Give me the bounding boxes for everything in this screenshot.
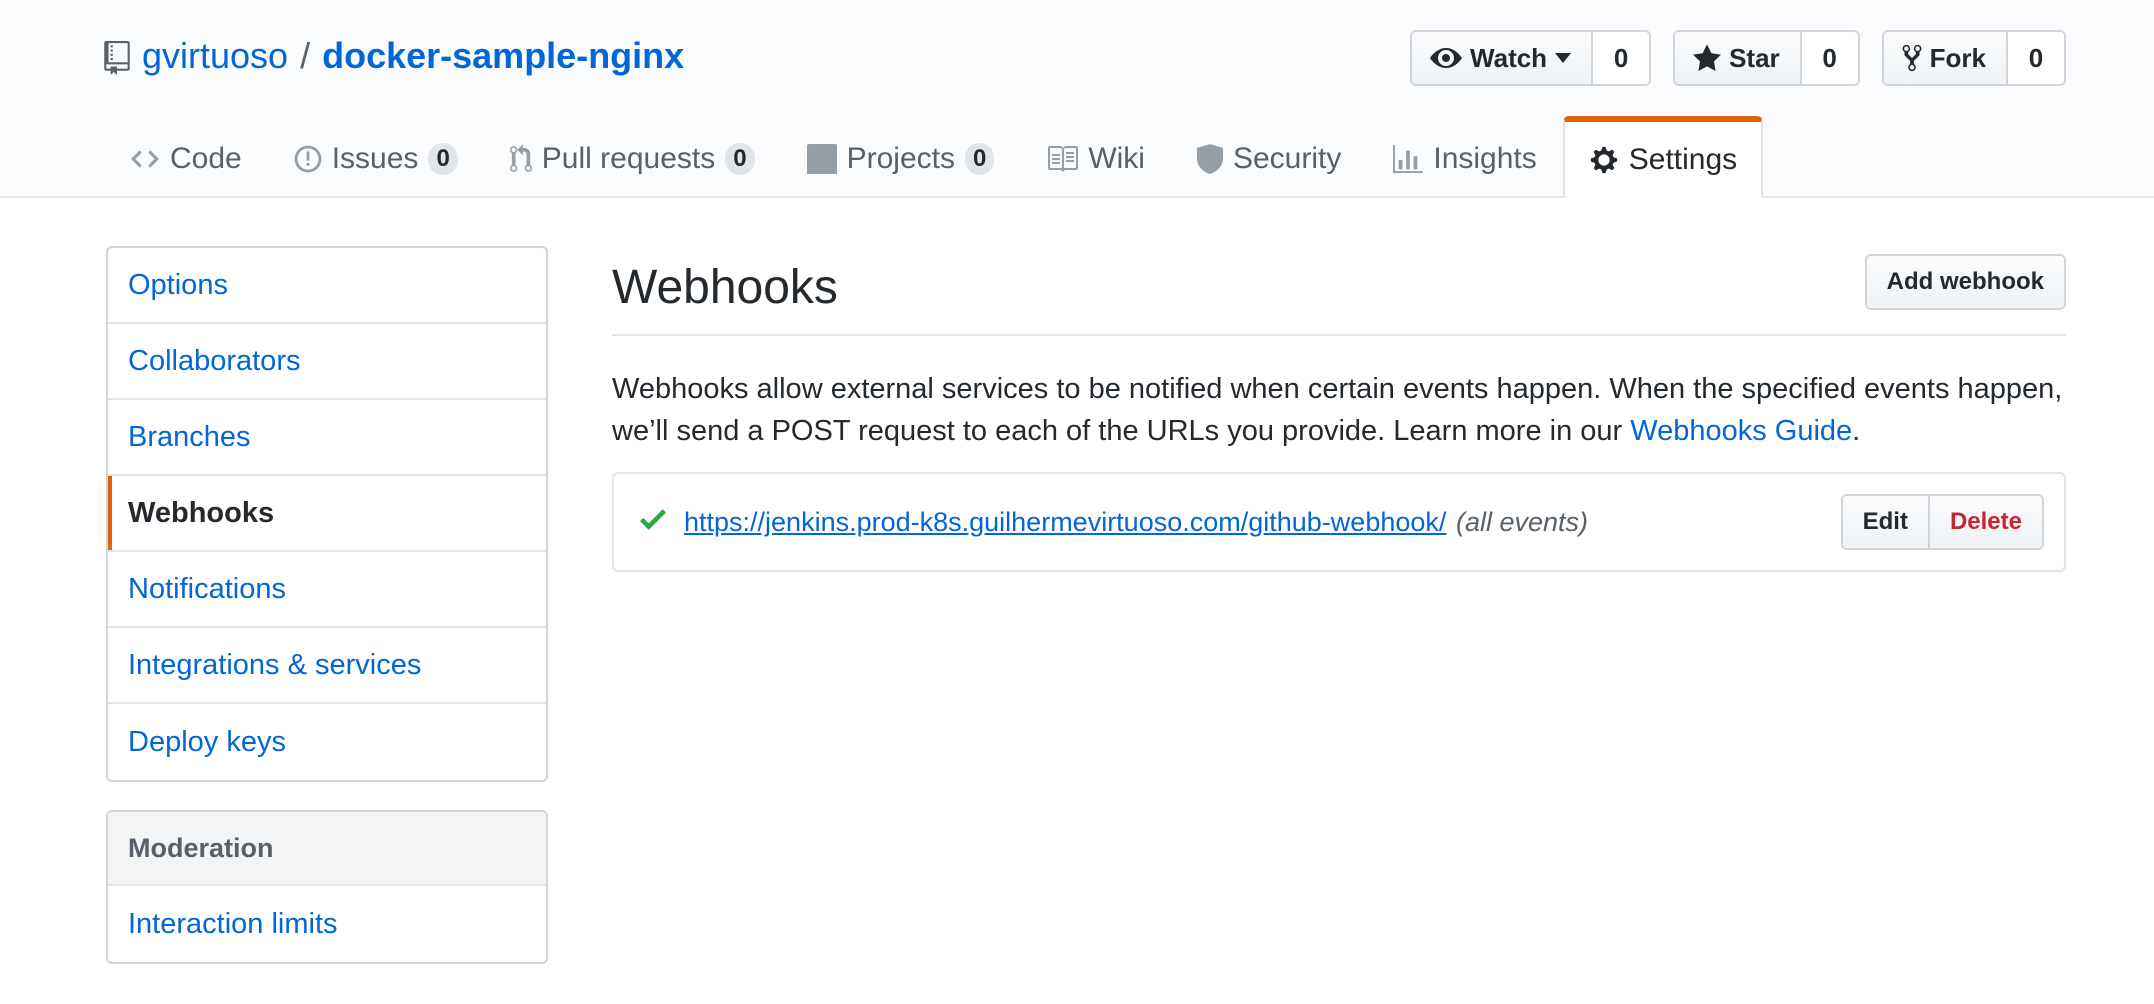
path-separator: /	[300, 35, 311, 76]
sidebar-item-notifications[interactable]: Notifications	[108, 552, 546, 628]
sidebar-item-deploy-keys[interactable]: Deploy keys	[108, 704, 546, 780]
moderation-menu: Moderation Interaction limits	[106, 810, 548, 964]
eye-icon	[1430, 45, 1463, 71]
star-button[interactable]: Star	[1675, 32, 1802, 84]
tab-wiki[interactable]: Wiki	[1020, 118, 1171, 198]
fork-icon	[1902, 43, 1922, 73]
star-button-group: Star 0	[1673, 30, 1860, 86]
repo-icon	[104, 39, 130, 75]
tab-label: Security	[1232, 142, 1342, 175]
caret-down-icon	[1555, 53, 1572, 63]
watch-label: Watch	[1470, 42, 1548, 73]
gear-icon	[1589, 145, 1619, 175]
sidebar-item-integrations[interactable]: Integrations & services	[108, 628, 546, 704]
tab-issues[interactable]: Issues 0	[268, 118, 484, 198]
tab-settings[interactable]: Settings	[1562, 116, 1764, 198]
pull-request-icon	[509, 144, 532, 174]
add-webhook-button[interactable]: Add webhook	[1864, 254, 2066, 310]
tab-label: Code	[170, 142, 242, 175]
star-icon	[1693, 44, 1722, 72]
tab-label: Insights	[1433, 142, 1537, 175]
webhooks-guide-link[interactable]: Webhooks Guide	[1630, 415, 1852, 447]
tab-insights[interactable]: Insights	[1367, 118, 1562, 198]
watch-button-group: Watch 0	[1410, 30, 1652, 86]
fork-label: Fork	[1929, 42, 1986, 73]
code-icon	[130, 147, 160, 171]
tab-label: Issues	[331, 142, 419, 175]
check-icon	[640, 508, 666, 535]
webhook-url-link[interactable]: https://jenkins.prod-k8s.guilhermevirtuo…	[684, 502, 1446, 542]
book-icon	[1046, 146, 1079, 172]
webhook-events: (all events)	[1456, 507, 1589, 537]
fork-button-group: Fork 0	[1881, 30, 2066, 86]
repo-name-link[interactable]: docker-sample-nginx	[322, 32, 684, 80]
fork-count[interactable]: 0	[2008, 32, 2064, 84]
subhead: Webhooks Add webhook	[612, 246, 2066, 336]
sidebar-item-options[interactable]: Options	[108, 248, 546, 324]
sidebar-item-collaborators[interactable]: Collaborators	[108, 324, 546, 400]
repo-owner-link[interactable]: gvirtuoso	[142, 32, 288, 80]
project-icon	[806, 144, 837, 174]
repo-nav: Code Issues 0 Pull requests 0 Projects 0	[104, 116, 1764, 198]
watch-count[interactable]: 0	[1593, 32, 1650, 84]
issue-icon	[294, 145, 322, 173]
tab-code[interactable]: Code	[104, 118, 268, 198]
settings-menu: Options Collaborators Branches Webhooks …	[106, 246, 548, 782]
intro-end: .	[1852, 415, 1861, 447]
tab-label: Wiki	[1088, 142, 1145, 175]
webhook-item: https://jenkins.prod-k8s.guilhermevirtuo…	[612, 472, 2066, 572]
projects-counter: 0	[964, 143, 995, 175]
sidebar-item-interaction-limits[interactable]: Interaction limits	[108, 886, 546, 962]
repo-title: gvirtuoso / docker-sample-nginx	[104, 32, 684, 80]
pull-requests-counter: 0	[725, 143, 755, 175]
tab-pull-requests[interactable]: Pull requests 0	[484, 118, 781, 198]
sidebar-item-webhooks[interactable]: Webhooks	[108, 476, 546, 552]
delete-webhook-button[interactable]: Delete	[1929, 496, 2042, 548]
sidebar-item-branches[interactable]: Branches	[108, 400, 546, 476]
moderation-heading: Moderation	[108, 812, 546, 886]
tab-security[interactable]: Security	[1171, 118, 1367, 198]
edit-webhook-button[interactable]: Edit	[1842, 496, 1930, 548]
graph-icon	[1393, 145, 1424, 173]
repo-header: gvirtuoso / docker-sample-nginx Watch 0	[0, 0, 2154, 198]
star-label: Star	[1729, 42, 1780, 73]
webhook-actions: Edit Delete	[1840, 494, 2044, 550]
shield-icon	[1196, 144, 1223, 174]
watch-button[interactable]: Watch	[1412, 32, 1594, 84]
tab-label: Settings	[1628, 143, 1738, 176]
tab-projects[interactable]: Projects 0	[781, 118, 1021, 198]
page-title: Webhooks	[612, 261, 838, 314]
webhooks-intro: Webhooks allow external services to be n…	[612, 368, 2066, 452]
tab-label: Projects	[846, 142, 955, 175]
tab-label: Pull requests	[541, 142, 716, 175]
fork-button[interactable]: Fork	[1883, 32, 2008, 84]
star-count[interactable]: 0	[1801, 32, 1858, 84]
repo-actions: Watch 0 Star 0 Fork 0	[1410, 30, 2066, 86]
issues-counter: 0	[428, 143, 458, 175]
